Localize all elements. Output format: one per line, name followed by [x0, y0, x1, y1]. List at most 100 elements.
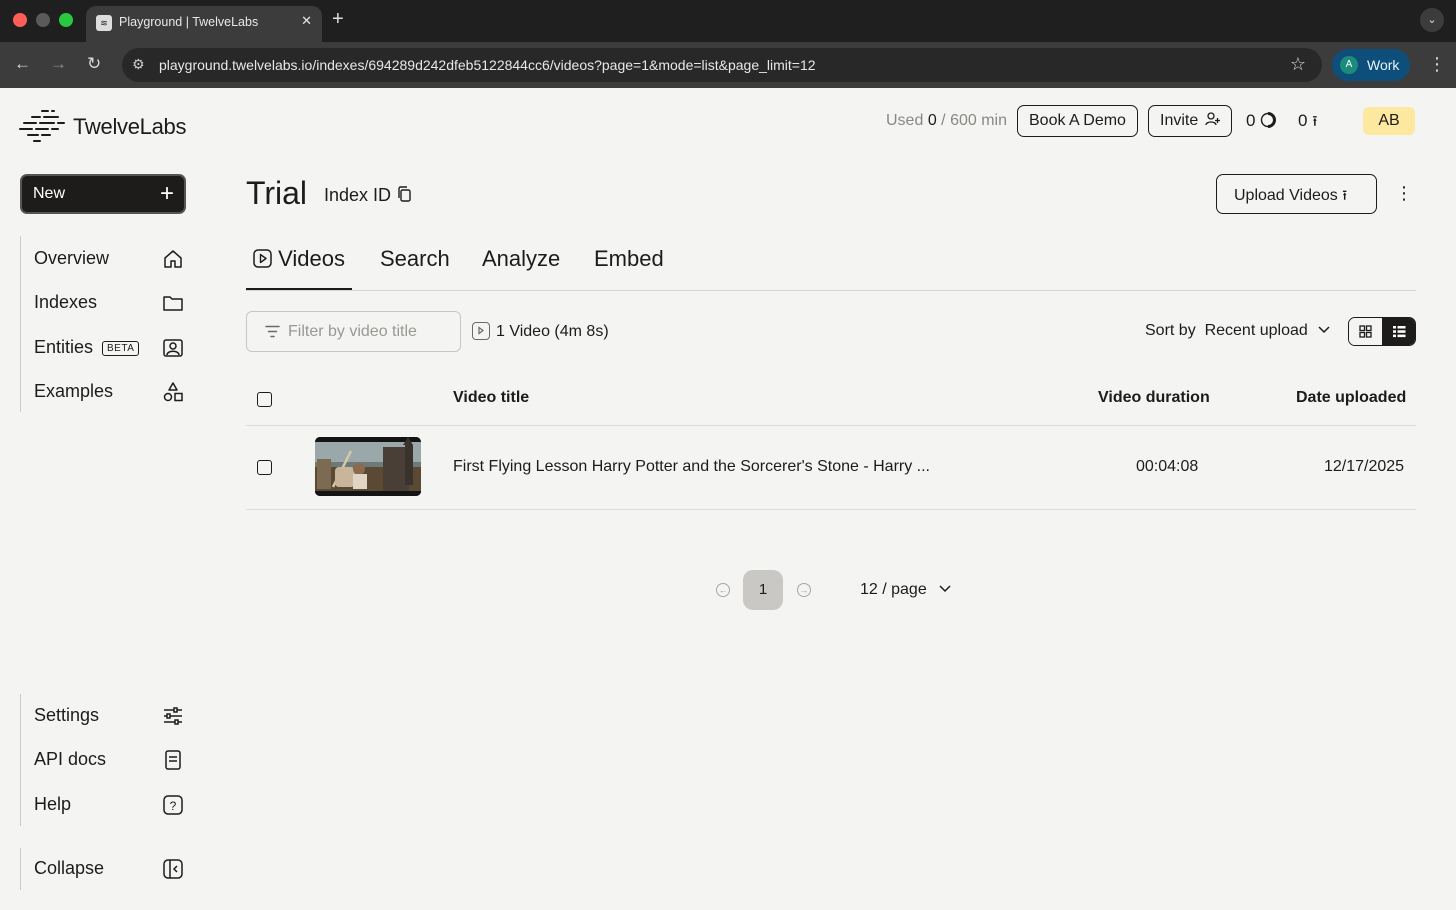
close-tab-icon[interactable]: ✕: [301, 13, 312, 29]
sidebar-item-help[interactable]: Help ?: [34, 790, 184, 820]
close-window-button[interactable]: [13, 13, 27, 27]
chevron-down-icon: [939, 585, 951, 593]
filter-icon: [265, 325, 280, 338]
collapse-label: Collapse: [34, 858, 105, 878]
sidebar-item-api-docs[interactable]: API docs: [34, 745, 184, 775]
collapse-button[interactable]: Collapse: [34, 854, 184, 884]
address-bar[interactable]: ⚙ playground.twelvelabs.io/indexes/69428…: [122, 48, 1322, 82]
sidebar-item-label: Examples: [34, 381, 114, 401]
video-thumbnail[interactable]: [315, 437, 421, 496]
video-count-text: 1 Video (4m 8s): [496, 323, 609, 340]
profile-avatar: A: [1340, 56, 1358, 74]
sidebar-item-indexes[interactable]: Indexes: [34, 288, 184, 318]
browser-toolbar: ← → ↻ ⚙ playground.twelvelabs.io/indexes…: [0, 42, 1456, 88]
video-icon: [472, 322, 490, 340]
sidebar-item-label: Indexes: [34, 292, 98, 312]
tab-label: Videos: [278, 246, 345, 271]
sidebar-item-label: Help: [34, 794, 72, 814]
sidebar-item-overview[interactable]: Overview: [34, 244, 184, 274]
sidebar-item-examples[interactable]: Examples: [34, 377, 184, 407]
index-id-label: Index ID: [324, 185, 392, 205]
sort-dropdown[interactable]: Sort by Recent upload: [1145, 322, 1330, 340]
tab-analyze[interactable]: Analyze: [482, 246, 560, 272]
sidebar-item-label: Overview: [34, 248, 110, 268]
video-duration: 00:04:08: [1136, 458, 1199, 475]
usage-used: 0: [927, 112, 937, 129]
browser-tab-bar: ≋ Playground | TwelveLabs ✕ + ⌄: [0, 0, 1456, 42]
select-all-checkbox[interactable]: [257, 392, 272, 407]
minimize-window-button[interactable]: [36, 13, 50, 27]
book-demo-button[interactable]: Book A Demo: [1017, 105, 1138, 137]
twelvelabs-logo-icon: [19, 110, 65, 142]
site-settings-icon[interactable]: ⚙: [132, 56, 145, 73]
usage-meter: Used 0 / 600 min: [886, 112, 1007, 130]
upload-videos-button[interactable]: Upload Videos ⭱: [1216, 174, 1377, 214]
grid-icon: [1359, 325, 1372, 338]
invite-button[interactable]: Invite: [1148, 105, 1232, 137]
add-user-icon: [1205, 112, 1220, 126]
bookmark-star-icon[interactable]: ☆: [1290, 54, 1306, 75]
tab-embed[interactable]: Embed: [594, 246, 664, 272]
table-row[interactable]: First Flying Lesson Harry Potter and the…: [246, 426, 1416, 510]
profile-button[interactable]: A Work: [1332, 49, 1410, 81]
next-page-icon[interactable]: →: [797, 583, 811, 597]
sidebar-collapse-group: Collapse: [20, 848, 183, 890]
sidebar-item-settings[interactable]: Settings: [34, 701, 184, 731]
browser-tab[interactable]: ≋ Playground | TwelveLabs ✕: [86, 6, 322, 42]
sidebar-bottom-nav: Settings API docs Help ?: [20, 694, 183, 826]
copy-icon[interactable]: [397, 186, 411, 202]
maximize-window-button[interactable]: [59, 13, 73, 27]
shapes-icon: [163, 382, 183, 402]
video-icon: [253, 249, 272, 268]
previous-page-icon[interactable]: ←: [716, 583, 730, 597]
tab-search-icon[interactable]: ⌄: [1420, 8, 1444, 32]
view-mode-toggle: [1348, 317, 1416, 346]
folder-icon: [163, 296, 183, 311]
column-video-title[interactable]: Video title: [453, 389, 529, 407]
list-view-button[interactable]: [1382, 318, 1415, 345]
video-count: 1 Video (4m 8s): [472, 322, 609, 341]
browser-menu-icon[interactable]: ⋮: [1428, 54, 1446, 75]
sidebar-item-entities[interactable]: Entities BETA: [34, 333, 184, 363]
list-icon: [1393, 326, 1406, 338]
video-thumbnail-image: [315, 437, 421, 496]
page-1-button[interactable]: 1: [743, 570, 783, 610]
tab-search[interactable]: Search: [380, 246, 450, 272]
collapse-sidebar-icon: [163, 859, 183, 879]
document-icon: [165, 750, 181, 770]
page-size-select[interactable]: 12 / page: [860, 581, 951, 599]
home-icon: [164, 250, 182, 268]
invite-label: Invite: [1160, 112, 1199, 129]
filter-input[interactable]: Filter by video title: [246, 311, 461, 352]
user-avatar[interactable]: AB: [1363, 107, 1415, 135]
upload-counter[interactable]: 0 ⭱: [1298, 111, 1317, 136]
reload-icon[interactable]: ↻: [87, 54, 101, 74]
upload-arrow-icon: ⭱: [1312, 113, 1318, 130]
usage-prefix: Used: [886, 112, 924, 129]
forward-icon[interactable]: →: [50, 54, 67, 74]
sidebar-nav: Overview Indexes Entities BETA Examples: [20, 236, 183, 412]
table-header: Video title Video duration Date uploaded: [246, 378, 1416, 426]
column-video-duration[interactable]: Video duration: [1098, 389, 1210, 407]
video-title[interactable]: First Flying Lesson Harry Potter and the…: [453, 458, 930, 476]
content-tabs: Videos Search Analyze Embed: [246, 244, 1416, 291]
profile-label: Work: [1367, 57, 1400, 73]
svg-text:?: ?: [170, 799, 177, 813]
more-options-icon[interactable]: ⋮: [1395, 183, 1413, 204]
back-icon[interactable]: ←: [14, 54, 31, 74]
row-checkbox[interactable]: [257, 460, 272, 475]
chevron-down-icon: [1318, 326, 1330, 334]
new-button[interactable]: New +: [20, 174, 186, 214]
url-text: playground.twelvelabs.io/indexes/694289d…: [159, 57, 816, 73]
new-label: New: [33, 185, 66, 202]
usage-total: / 600 min: [941, 112, 1007, 129]
column-date-uploaded[interactable]: Date uploaded: [1296, 389, 1406, 407]
page-title: Trial: [246, 175, 308, 211]
new-tab-icon[interactable]: +: [332, 8, 344, 31]
person-card-icon: [163, 339, 183, 357]
grid-view-button[interactable]: [1349, 318, 1382, 345]
task-counter[interactable]: 0: [1246, 111, 1277, 131]
tab-videos[interactable]: Videos: [253, 246, 345, 272]
sidebar-item-label: Settings: [34, 705, 100, 725]
active-tab-indicator: [246, 288, 352, 290]
